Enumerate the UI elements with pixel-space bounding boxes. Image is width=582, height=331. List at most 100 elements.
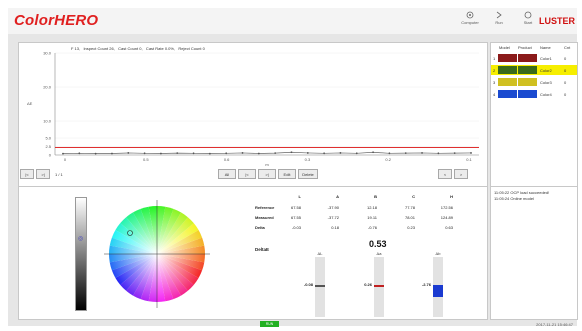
measure-cell: 19.11 (367, 215, 377, 220)
measure-col-header: H (450, 194, 453, 199)
run-icon (496, 11, 502, 19)
log-line: 11:05:24 Online model (494, 196, 534, 201)
measure-cell: 67.55 (290, 215, 301, 220)
y-tick-label: 0 (49, 153, 52, 158)
product-table: Model Product Name Cnt 1 Color1 0 2 Color2 0 3… (490, 42, 578, 187)
measure-cell: 172.56 (440, 205, 453, 210)
product-row[interactable]: 1 Color1 0 (491, 53, 577, 63)
edit-button[interactable]: Edit (278, 169, 296, 179)
computer-button[interactable]: Computer (455, 11, 485, 25)
measure-col-header: B (374, 194, 377, 199)
product-name: Color2 (540, 68, 552, 73)
data-point (225, 152, 228, 155)
y-tick-label: 5.0 (45, 136, 51, 141)
col-header-name: Name (540, 45, 551, 50)
first-page-button[interactable]: |< (238, 169, 256, 179)
col-header-product: Product (518, 45, 532, 50)
row-index: 4 (493, 92, 496, 97)
data-point (453, 152, 456, 155)
delta-bar-value: -0.08 (303, 282, 313, 287)
product-row[interactable]: 2 Color2 0 (491, 65, 577, 75)
y-tick-label: 20.0 (43, 85, 52, 90)
product-swatch (518, 90, 537, 98)
data-point (160, 152, 162, 155)
data-point (437, 152, 440, 155)
product-row[interactable]: 4 Color4 0 (491, 89, 577, 99)
trend-plot: 30.0 20.0 10.0 5.0 2.5 0 ΔE 0 0.5 0.6 0.3 0.2 0.1 m (27, 51, 479, 167)
computer-icon (466, 11, 474, 19)
data-point (143, 152, 146, 155)
app-window: ColorHERO Computer Run Start LUSTER F 13… (8, 8, 578, 327)
measure-cell: -37.72 (327, 215, 339, 220)
col-header-count: Cnt (564, 45, 571, 50)
status-indicator: RUN (260, 321, 279, 327)
data-point (388, 152, 391, 155)
measure-cell: 78.01 (404, 215, 415, 220)
data-point (192, 152, 195, 155)
product-count: 0 (564, 92, 567, 97)
measure-row-label: Reference (255, 205, 275, 210)
data-point (404, 152, 407, 155)
color-wheel (104, 200, 210, 308)
measure-cell: 0.23 (407, 225, 415, 230)
measure-row-label: Measured (255, 215, 274, 220)
delta-bar-fill (374, 285, 384, 287)
data-point (355, 152, 358, 155)
y-tick-label: 2.5 (45, 144, 51, 149)
run-button[interactable]: Run (484, 11, 514, 25)
measure-col-header: A (336, 194, 339, 199)
data-point (78, 152, 81, 155)
product-swatch (518, 78, 537, 86)
data-point (274, 152, 277, 155)
all-button[interactable]: All (218, 169, 236, 179)
x-tick-label: 0 (64, 157, 67, 162)
row-index: 1 (493, 56, 496, 61)
series-line (62, 151, 472, 154)
y-tick-label: 30.0 (43, 51, 52, 56)
col-header-model: Model (499, 45, 510, 50)
measure-cell: 77.78 (404, 205, 415, 210)
delete-button[interactable]: Delete (298, 169, 318, 179)
data-point (257, 152, 260, 155)
computer-button-label: Computer (461, 20, 479, 25)
last-page-button[interactable]: >| (258, 169, 276, 179)
nav-last-button[interactable]: >| (36, 169, 50, 179)
status-clock: 2017-11-21 15:46:47 (536, 322, 573, 327)
delta-e-value: 0.53 (369, 239, 387, 249)
product-count: 0 (564, 56, 567, 61)
prev-button[interactable]: < (438, 169, 452, 179)
delta-bar-value: -2.76 (421, 282, 431, 287)
product-row[interactable]: 3 Color3 0 (491, 77, 577, 87)
model-swatch (498, 90, 517, 98)
measure-cell: 67.58 (290, 205, 301, 210)
delta-bar-label: Δa (376, 251, 382, 256)
measure-cell: -0.76 (367, 225, 377, 230)
data-point (470, 152, 472, 154)
data-point (94, 152, 97, 155)
measure-row-label: Delta (255, 225, 265, 230)
data-point (208, 152, 211, 155)
product-name: Color1 (540, 56, 552, 61)
y-axis-label: ΔE (27, 101, 33, 106)
product-name: Color4 (540, 92, 552, 97)
delta-bar-track (315, 257, 325, 317)
model-swatch (498, 54, 517, 62)
nav-first-button[interactable]: |< (20, 169, 34, 179)
measure-cell: 0.18 (331, 225, 339, 230)
data-point (127, 152, 130, 154)
measure-cell: -37.90 (327, 205, 339, 210)
event-log: 11:05:22 OCP load succeeded! 11:05:24 On… (490, 186, 578, 320)
next-button[interactable]: > (454, 169, 468, 179)
product-name: Color3 (540, 80, 552, 85)
app-logo: ColorHERO (14, 12, 99, 29)
delta-bar-value: 0.26 (364, 282, 372, 287)
data-point (111, 152, 113, 155)
data-point (306, 152, 309, 154)
measure-cell: 124.89 (440, 215, 453, 220)
data-point (290, 151, 293, 154)
measure-cell: -0.03 (291, 225, 301, 230)
data-point (372, 151, 374, 154)
y-tick-label: 10.0 (43, 119, 52, 124)
model-swatch (498, 66, 517, 74)
start-icon (524, 11, 532, 19)
